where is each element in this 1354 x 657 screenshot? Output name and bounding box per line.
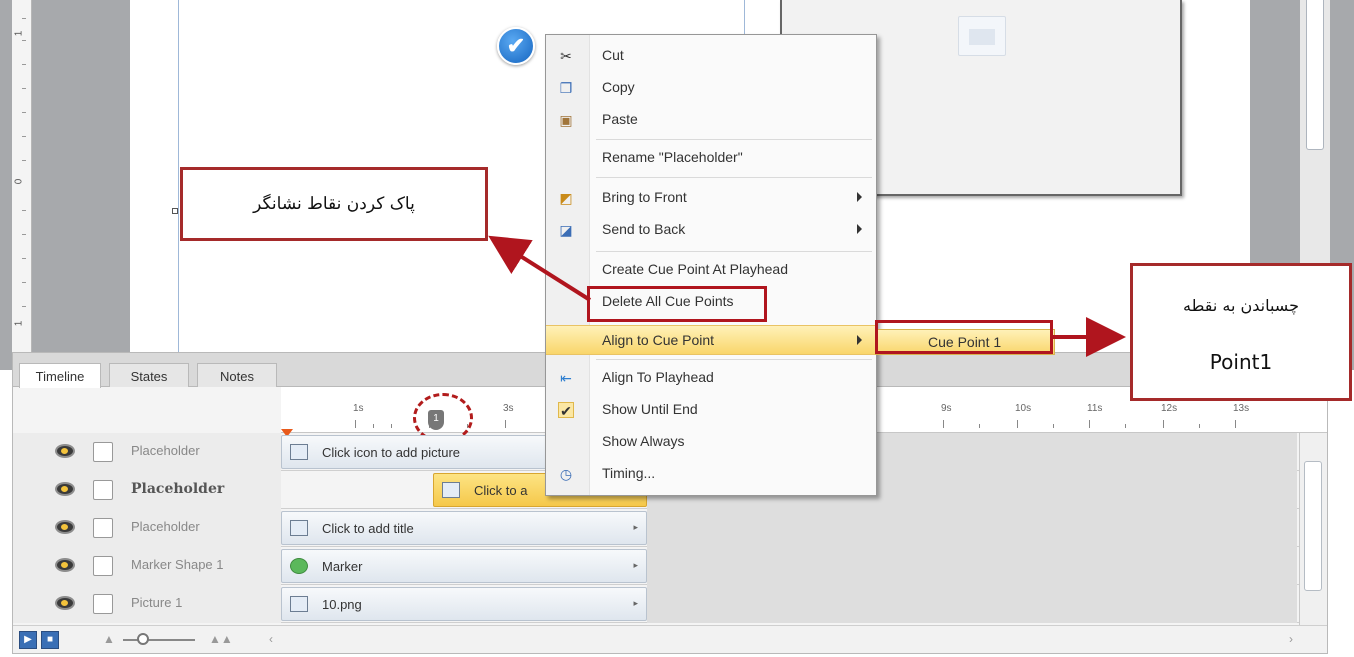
- annotation-arrows: [488, 235, 1126, 357]
- arrow-to-left-note: [488, 235, 592, 302]
